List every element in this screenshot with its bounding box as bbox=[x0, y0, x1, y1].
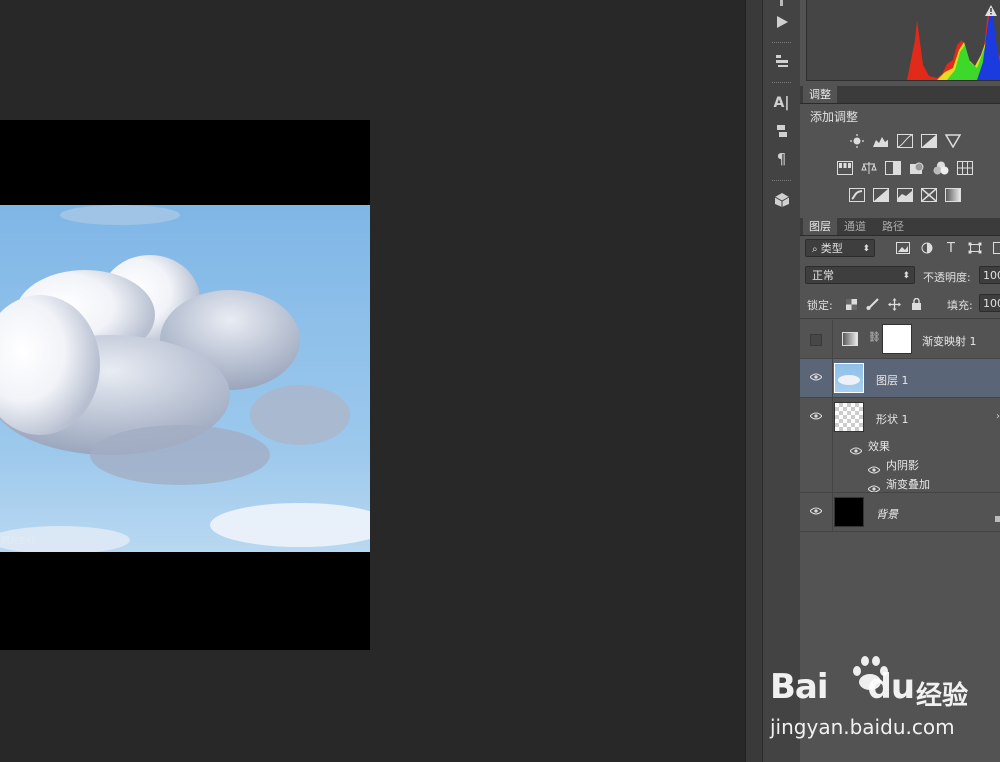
play-icon[interactable] bbox=[767, 11, 796, 33]
filter-smart-object-icon[interactable] bbox=[990, 241, 1000, 255]
color-balance-icon[interactable] bbox=[861, 161, 877, 175]
photo-filter-icon[interactable] bbox=[909, 161, 925, 175]
warning-icon[interactable] bbox=[985, 1, 997, 20]
tab-paths[interactable]: 路径 bbox=[876, 218, 910, 235]
lock-transparent-icon[interactable] bbox=[843, 297, 859, 311]
blend-mode-value: 正常 bbox=[812, 269, 834, 282]
cloud-image bbox=[0, 205, 370, 552]
effects-label[interactable]: 效果 bbox=[868, 438, 890, 454]
posterize-icon[interactable] bbox=[873, 188, 889, 202]
fill-input[interactable]: 100 bbox=[979, 294, 1000, 312]
layer-comps-icon[interactable] bbox=[767, 120, 796, 142]
filter-pixel-icon[interactable] bbox=[895, 241, 911, 255]
color-lookup-icon[interactable] bbox=[957, 161, 973, 175]
selective-color-icon[interactable] bbox=[921, 188, 937, 202]
photo-caption: 阿先生85 bbox=[2, 536, 37, 545]
logo-text-jingyan: 经验 bbox=[916, 681, 969, 711]
tab-channels[interactable]: 通道 bbox=[838, 218, 872, 235]
paragraph-icon[interactable]: ¶ bbox=[767, 148, 796, 170]
histogram-graph bbox=[907, 5, 1000, 80]
opacity-label: 不透明度: bbox=[923, 271, 971, 284]
panel-icon-strip: A| ¶ bbox=[762, 0, 801, 762]
fill-label: 填充: bbox=[947, 299, 973, 312]
tab-adjustments[interactable]: 调整 bbox=[803, 86, 837, 103]
layer-thumbnail[interactable] bbox=[834, 402, 864, 432]
threshold-icon[interactable] bbox=[897, 188, 913, 202]
lock-brush-icon[interactable] bbox=[865, 297, 881, 311]
collapse-grip-icon[interactable] bbox=[767, 0, 796, 6]
logo-text-du: du bbox=[867, 667, 916, 707]
layer-row-gradient-map[interactable]: ⛓ 渐变映射 1 bbox=[800, 320, 1000, 359]
chain-link-icon[interactable]: ⛓ bbox=[868, 332, 881, 343]
layer-name[interactable]: 图层 1 bbox=[876, 372, 909, 388]
layer-name[interactable]: 背景 bbox=[876, 506, 898, 522]
fx-arrow-icon[interactable]: › bbox=[996, 411, 1000, 422]
black-white-icon[interactable] bbox=[885, 161, 901, 175]
3d-icon[interactable] bbox=[767, 189, 796, 211]
filter-adjustment-icon[interactable] bbox=[919, 241, 935, 255]
blend-mode-select[interactable]: 正常 ⬍ bbox=[805, 266, 915, 284]
filter-shape-icon[interactable] bbox=[967, 241, 983, 255]
layer-name[interactable]: 渐变映射 1 bbox=[922, 333, 977, 349]
baidu-jingyan-watermark: Bai du 经验 jingyan.baidu.com bbox=[770, 655, 1000, 745]
lock-label: 锁定: bbox=[807, 299, 833, 312]
effect-gradient-overlay[interactable]: 渐变叠加 bbox=[886, 476, 930, 492]
adjustments-title: 添加调整 bbox=[810, 110, 859, 124]
lock-move-icon[interactable] bbox=[886, 297, 902, 311]
effect-inner-shadow[interactable]: 内阴影 bbox=[886, 457, 919, 473]
layer-filter-label: 类型 bbox=[820, 242, 843, 255]
histogram-panel bbox=[806, 0, 1000, 81]
cloud-photo: 阿先生85 bbox=[0, 205, 370, 552]
filter-search-icon: ⌕ bbox=[812, 244, 821, 255]
eye-icon[interactable] bbox=[809, 412, 823, 422]
gradient-map-icon bbox=[842, 332, 858, 346]
logo-text-bai: Bai bbox=[770, 667, 829, 707]
layer-filter-select[interactable]: ⌕ 类型 ⬍ bbox=[805, 239, 875, 257]
adjustments-tabbar: 调整 bbox=[800, 86, 1000, 104]
tab-layers[interactable]: 图层 bbox=[803, 218, 837, 235]
layer-row-shape1[interactable]: 形状 1 › bbox=[800, 398, 1000, 492]
layer-mask-thumbnail[interactable] bbox=[882, 324, 912, 354]
character-icon[interactable]: A| bbox=[767, 92, 796, 114]
brightness-contrast-icon[interactable] bbox=[849, 134, 865, 148]
eye-icon[interactable] bbox=[809, 373, 823, 383]
curves-icon[interactable] bbox=[897, 134, 913, 148]
layer-thumbnail[interactable] bbox=[834, 363, 864, 393]
filter-type-icon[interactable]: T bbox=[943, 241, 959, 256]
channel-mixer-icon[interactable] bbox=[933, 161, 949, 175]
layers-tabbar: 图层 通道 路径 bbox=[800, 218, 1000, 236]
levels-icon[interactable] bbox=[872, 134, 888, 148]
layer-lock-icon bbox=[995, 507, 1000, 526]
lock-all-icon[interactable] bbox=[908, 297, 924, 311]
invert-icon[interactable] bbox=[849, 188, 865, 202]
layer-row-layer1[interactable]: 图层 1 bbox=[800, 359, 1000, 398]
vibrance-icon[interactable] bbox=[945, 134, 961, 148]
eye-icon[interactable] bbox=[809, 507, 823, 517]
layer-name[interactable]: 形状 1 bbox=[876, 411, 909, 427]
panel-divider[interactable] bbox=[745, 0, 763, 762]
chevron-updown-icon: ⬍ bbox=[902, 271, 910, 281]
layer-thumbnail[interactable] bbox=[834, 497, 864, 527]
gradient-map-icon[interactable] bbox=[945, 188, 961, 202]
effects-eye-icon[interactable] bbox=[849, 440, 863, 459]
visibility-toggle-off[interactable] bbox=[810, 334, 822, 346]
layer-row-background[interactable]: 背景 bbox=[800, 493, 1000, 532]
clone-source-icon[interactable] bbox=[767, 50, 796, 72]
chevron-updown-icon: ⬍ bbox=[862, 244, 870, 254]
watermark-url: jingyan.baidu.com bbox=[770, 715, 955, 739]
hue-saturation-icon[interactable] bbox=[837, 161, 853, 175]
opacity-input[interactable]: 100 bbox=[979, 266, 1000, 284]
exposure-icon[interactable] bbox=[921, 134, 937, 148]
inner-shadow-eye-icon[interactable] bbox=[867, 459, 881, 478]
